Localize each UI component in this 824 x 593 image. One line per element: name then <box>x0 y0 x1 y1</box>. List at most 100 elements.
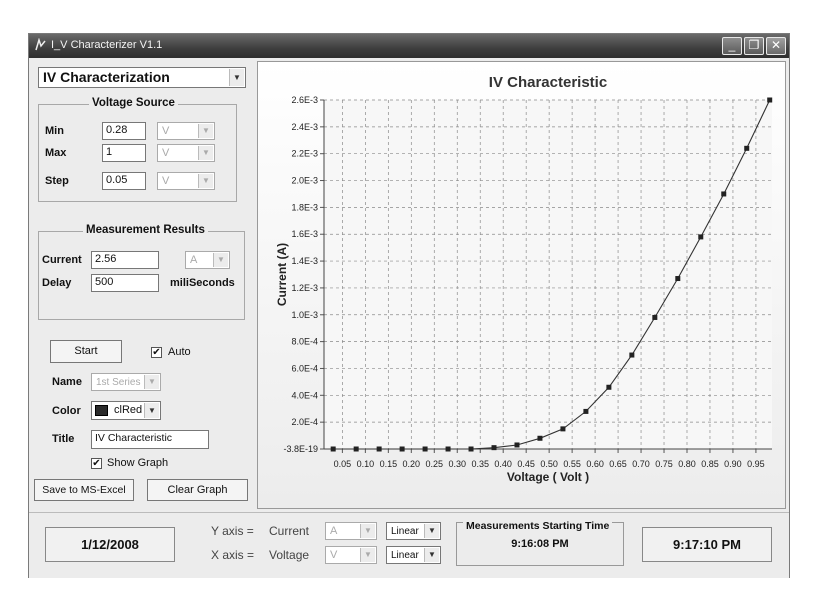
y-axis-quantity: Current <box>269 524 310 538</box>
step-unit-select[interactable]: V ▼ <box>157 172 215 190</box>
data-point <box>744 145 750 151</box>
mode-select[interactable]: IV Characterization ▼ <box>38 67 246 88</box>
y-tick-label: 2.0E-4 <box>291 417 318 427</box>
y-tick-label: 4.0E-4 <box>291 390 318 400</box>
chevron-down-icon[interactable]: ▼ <box>360 524 375 538</box>
max-label: Max <box>45 147 67 159</box>
min-unit-select[interactable]: V ▼ <box>157 122 215 140</box>
color-select-value: clRed <box>114 404 143 416</box>
current-label: Current <box>42 254 82 266</box>
x-tick-label: 0.75 <box>655 459 673 469</box>
min-label: Min <box>45 125 64 137</box>
step-field[interactable]: 0.05 <box>102 172 146 190</box>
show-graph-checkbox[interactable]: ✔ <box>91 458 102 469</box>
x-tick-label: 0.35 <box>471 459 489 469</box>
x-tick-label: 0.45 <box>517 459 535 469</box>
color-select[interactable]: clRed ▼ <box>91 401 161 420</box>
chevron-down-icon[interactable]: ▼ <box>360 548 375 562</box>
x-axis-title: Voltage ( Volt ) <box>507 470 589 484</box>
x-axis-quantity: Voltage <box>269 548 310 562</box>
y-axis-unit-value: A <box>330 525 338 537</box>
auto-checkbox[interactable]: ✔ <box>151 347 162 358</box>
show-graph-label: Show Graph <box>107 457 169 469</box>
start-time-title: Measurements Starting Time <box>463 520 613 532</box>
y-tick-label: 1.8E-3 <box>291 202 318 212</box>
chart-title: IV Characteristic <box>489 74 607 91</box>
min-field[interactable]: 0.28 <box>102 122 146 140</box>
data-point <box>583 408 589 414</box>
data-point <box>376 446 382 452</box>
date-display: 1/12/2008 <box>45 527 175 562</box>
max-unit-select[interactable]: V ▼ <box>157 144 215 162</box>
app-icon <box>35 38 46 51</box>
chevron-down-icon[interactable]: ▼ <box>198 174 213 188</box>
x-tick-label: 0.40 <box>494 459 512 469</box>
chevron-down-icon[interactable]: ▼ <box>213 253 228 267</box>
color-swatch <box>95 405 108 416</box>
x-tick-label: 0.30 <box>448 459 466 469</box>
x-tick-label: 0.20 <box>403 459 421 469</box>
plot-area <box>324 100 772 449</box>
title-bar[interactable]: I_V Characterizer V1.1 _ ❐ ✕ <box>29 34 789 58</box>
window-title: I_V Characterizer V1.1 <box>51 39 163 51</box>
close-button[interactable]: ✕ <box>766 37 786 55</box>
maximize-button[interactable]: ❐ <box>744 37 764 55</box>
x-axis-scale-select[interactable]: Linear ▼ <box>386 546 441 564</box>
save-to-excel-button[interactable]: Save to MS-Excel <box>34 479 134 501</box>
step-label: Step <box>45 175 69 187</box>
data-point <box>606 384 612 390</box>
y-tick-label: -3.8E-19 <box>283 444 318 454</box>
chart-title-field[interactable]: IV Characteristic <box>91 430 209 449</box>
data-point <box>422 446 428 452</box>
data-point <box>629 352 635 358</box>
x-axis-label: X axis = <box>211 548 255 562</box>
current-field[interactable]: 2.56 <box>91 251 159 269</box>
y-tick-label: 1.6E-3 <box>291 229 318 239</box>
chevron-down-icon[interactable]: ▼ <box>144 403 159 418</box>
min-unit-value: V <box>162 125 170 137</box>
y-tick-label: 6.0E-4 <box>291 363 318 373</box>
control-panel: IV Characterization ▼ Voltage Source Min… <box>32 60 254 510</box>
chevron-down-icon[interactable]: ▼ <box>198 146 213 160</box>
name-label: Name <box>52 376 82 388</box>
start-button[interactable]: Start <box>50 340 122 363</box>
data-point <box>491 445 497 451</box>
color-label: Color <box>52 405 81 417</box>
y-axis-scale-select[interactable]: Linear ▼ <box>386 522 441 540</box>
y-tick-label: 2.0E-3 <box>291 176 318 186</box>
x-tick-label: 0.05 <box>334 459 352 469</box>
x-tick-label: 0.15 <box>380 459 398 469</box>
clear-graph-button[interactable]: Clear Graph <box>147 479 248 501</box>
chevron-down-icon[interactable]: ▼ <box>424 524 439 538</box>
chevron-down-icon[interactable]: ▼ <box>229 69 244 86</box>
series-name-value: 1st Series <box>96 377 141 388</box>
delay-field[interactable]: 500 <box>91 274 159 292</box>
current-time-display: 9:17:10 PM <box>642 527 772 562</box>
chevron-down-icon[interactable]: ▼ <box>144 375 159 389</box>
iv-chart[interactable]: IV Characteristic -3.8E-19 2.0E-4 4.0E-4 6.0… <box>258 62 787 510</box>
x-axis-unit-select[interactable]: V ▼ <box>325 546 377 564</box>
x-tick-label: 0.25 <box>426 459 444 469</box>
y-tick-label: 1.4E-3 <box>291 256 318 266</box>
series-name-select[interactable]: 1st Series ▼ <box>91 373 161 391</box>
minimize-button[interactable]: _ <box>722 37 742 55</box>
y-tick-label: 1.2E-3 <box>291 283 318 293</box>
chevron-down-icon[interactable]: ▼ <box>198 124 213 138</box>
y-tick-label: 2.4E-3 <box>291 122 318 132</box>
chart-panel: IV Characteristic -3.8E-19 2.0E-4 4.0E-4 6.0… <box>257 61 786 509</box>
data-point <box>468 446 474 452</box>
data-point <box>399 446 405 452</box>
data-point <box>767 97 773 103</box>
y-axis-unit-select[interactable]: A ▼ <box>325 522 377 540</box>
data-point <box>445 446 451 452</box>
status-bar: 1/12/2008 Y axis = Current A ▼ Linear ▼ … <box>29 512 789 578</box>
app-window: I_V Characterizer V1.1 _ ❐ ✕ IV Characte… <box>28 33 790 578</box>
current-unit-select[interactable]: A ▼ <box>185 251 230 269</box>
chevron-down-icon[interactable]: ▼ <box>424 548 439 562</box>
x-tick-label: 0.85 <box>701 459 719 469</box>
data-point <box>652 314 658 320</box>
data-point <box>514 442 520 448</box>
max-unit-value: V <box>162 147 170 159</box>
x-tick-label: 0.60 <box>586 459 604 469</box>
max-field[interactable]: 1 <box>102 144 146 162</box>
